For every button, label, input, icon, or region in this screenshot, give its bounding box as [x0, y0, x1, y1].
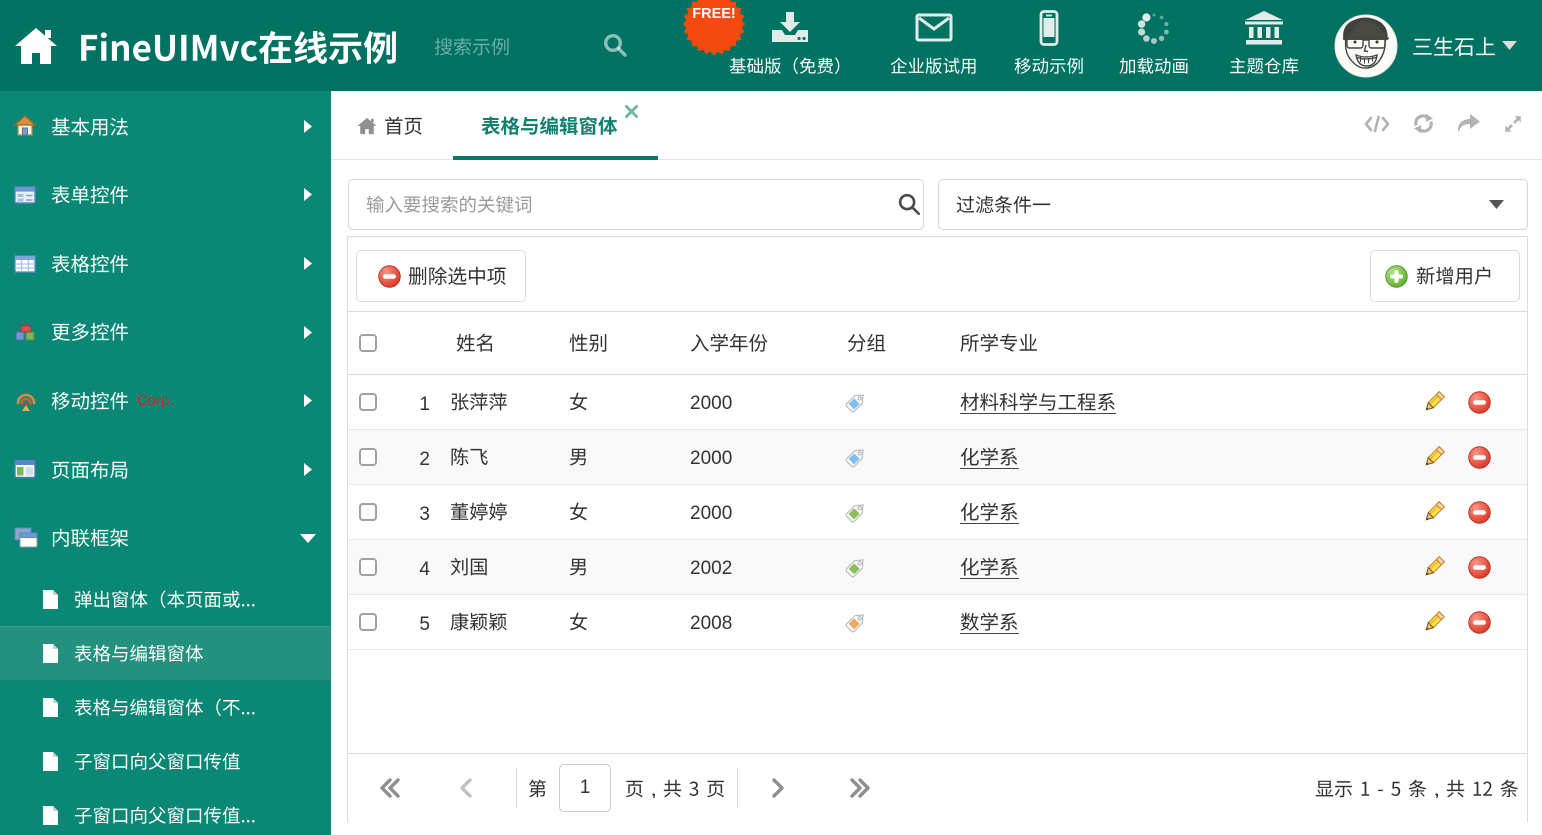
svg-text:FREE!: FREE!	[692, 6, 736, 22]
